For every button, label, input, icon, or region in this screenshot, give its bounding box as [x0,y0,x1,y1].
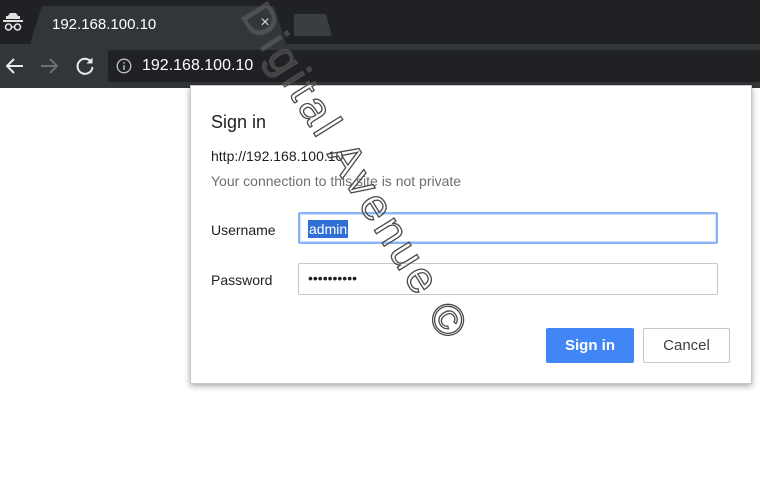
info-icon[interactable] [116,58,132,74]
dialog-site-url: http://192.168.100.10 [211,148,344,164]
dialog-title: Sign in [211,112,267,132]
browser-toolbar: 192.168.100.10 [0,44,760,88]
password-input[interactable]: •••••••••• [298,263,718,295]
forward-arrow-icon[interactable] [37,54,61,78]
password-mask: •••••••••• [308,270,358,286]
close-tab-icon[interactable]: × [256,14,274,32]
sign-in-dialog: Sign in http://192.168.100.10 Your conne… [190,85,752,384]
not-private-warning: Your connection to this site is not priv… [211,173,462,189]
back-arrow-icon[interactable] [3,54,27,78]
incognito-icon [3,13,23,31]
reload-icon[interactable] [73,54,97,78]
address-bar[interactable]: 192.168.100.10 [108,50,760,82]
sign-in-button[interactable]: Sign in [546,328,634,363]
address-url[interactable]: 192.168.100.10 [142,57,253,75]
username-label: Username [211,222,276,238]
cancel-button[interactable]: Cancel [643,328,730,363]
password-label: Password [211,272,273,288]
tab-title: 192.168.100.10 [52,16,157,33]
browser-tab[interactable]: 192.168.100.10 × [30,6,286,44]
tab-strip: 192.168.100.10 × [0,0,760,44]
username-value: admin [308,220,349,238]
username-input[interactable]: admin [298,212,718,244]
new-tab-button[interactable] [294,14,332,36]
